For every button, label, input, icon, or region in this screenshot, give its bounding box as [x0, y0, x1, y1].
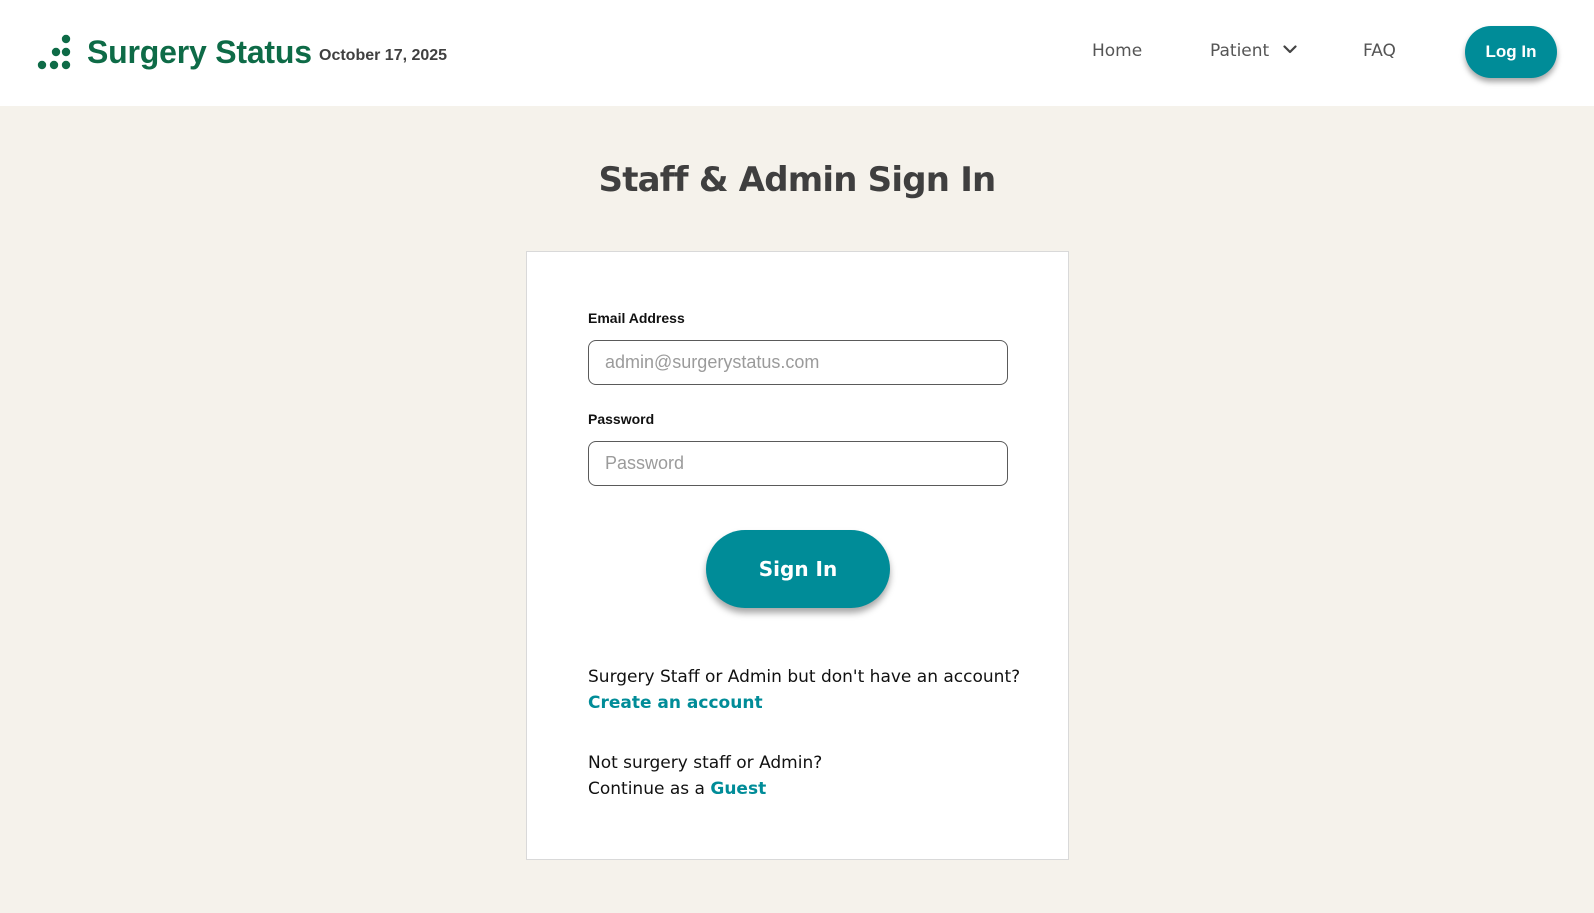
brand-name: Surgery Status [87, 33, 312, 70]
login-button[interactable]: Log In [1465, 26, 1557, 78]
password-input[interactable] [588, 441, 1008, 486]
guest-line: Continue as a Guest [588, 776, 822, 802]
nav-home-link[interactable]: Home [1092, 41, 1142, 61]
top-navigation-bar: Surgery Status October 17, 2025 Home Pat… [0, 0, 1594, 106]
create-account-prompt: Surgery Staff or Admin but don't have an… [588, 667, 1021, 687]
create-account-link[interactable]: Create an account [588, 693, 763, 713]
page-title: Staff & Admin Sign In [598, 160, 997, 200]
sign-in-card: Email Address Password Sign In Surgery S… [526, 251, 1069, 860]
email-label: Email Address [588, 310, 685, 326]
guest-prompt: Not surgery staff or Admin? [588, 753, 823, 773]
guest-prefix: Continue as a [588, 779, 705, 799]
dot-cluster-icon [37, 34, 71, 70]
current-date: October 17, 2025 [319, 47, 448, 64]
guest-section: Not surgery staff or Admin? Continue as … [588, 750, 822, 802]
password-label: Password [588, 411, 655, 427]
email-input[interactable] [588, 340, 1008, 385]
create-account-section: Surgery Staff or Admin but don't have an… [588, 664, 1020, 716]
chevron-down-icon [1283, 45, 1297, 54]
sign-in-button[interactable]: Sign In [706, 530, 890, 608]
nav-patient-label: Patient [1210, 41, 1270, 61]
nav-faq-link[interactable]: FAQ [1363, 41, 1396, 61]
brand[interactable]: Surgery Status [36, 32, 312, 72]
nav-patient-dropdown[interactable]: Patient [1210, 41, 1297, 61]
guest-link[interactable]: Guest [710, 779, 766, 799]
